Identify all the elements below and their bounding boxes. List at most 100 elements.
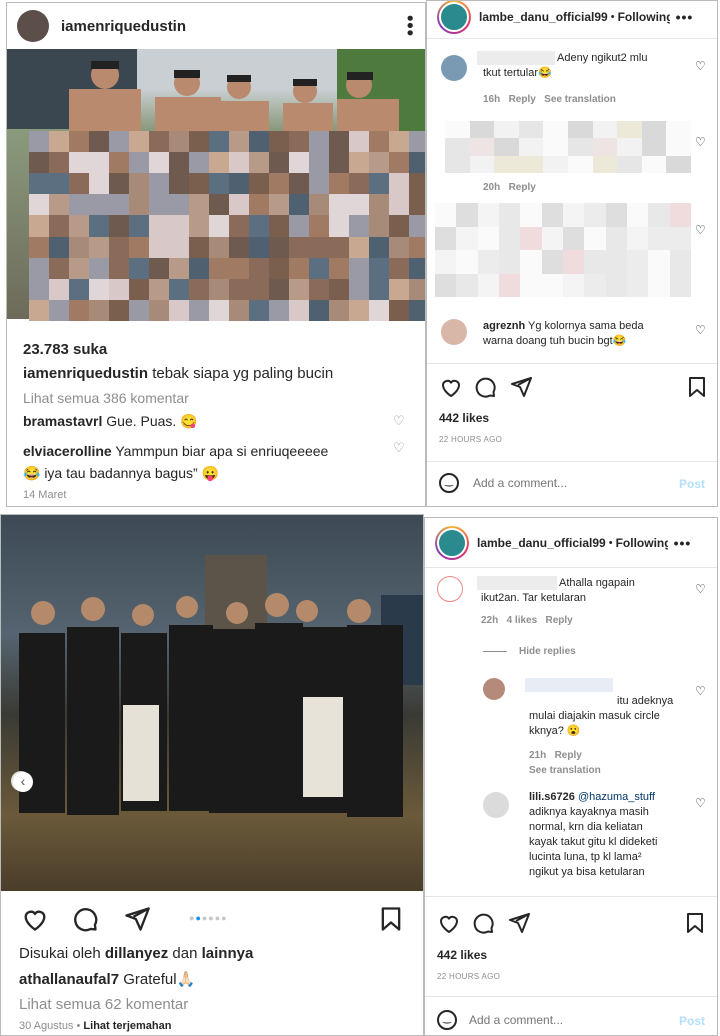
mosaic-cell [149, 257, 169, 279]
mosaic-cell [209, 236, 229, 258]
post-button[interactable]: Post [679, 477, 705, 491]
avatar[interactable] [483, 792, 509, 818]
mosaic-cell [269, 236, 289, 258]
mosaic-cell [605, 273, 627, 297]
avatar[interactable] [435, 525, 469, 560]
comment-icon[interactable] [473, 375, 497, 399]
comment-user[interactable]: agreznh [483, 320, 525, 332]
heart-icon[interactable]: ♡ [695, 135, 706, 149]
reply-link[interactable]: Reply [509, 182, 536, 193]
view-all-comments[interactable]: Lihat semua 62 komentar [19, 996, 188, 1013]
like-icon[interactable] [437, 911, 461, 935]
mosaic-cell [518, 121, 544, 139]
mention-link[interactable]: @hazuma_stuff [578, 791, 655, 803]
heart-icon[interactable]: ♡ [695, 796, 706, 810]
following-button[interactable]: Following [618, 10, 670, 24]
mosaic-cell [89, 278, 109, 300]
more-options-icon[interactable]: ••• [676, 9, 694, 25]
reply-link[interactable]: Reply [509, 94, 536, 105]
reply-link[interactable]: Reply [546, 615, 573, 626]
share-icon[interactable] [509, 375, 533, 399]
avatar[interactable] [17, 10, 49, 42]
likes-count[interactable]: 442 likes [437, 948, 487, 962]
heart-icon[interactable]: ♡ [393, 440, 405, 456]
mosaic-cell [309, 236, 329, 258]
mosaic-cell [109, 215, 129, 237]
comment-icon[interactable] [471, 911, 495, 935]
more-options-icon[interactable]: ••• [674, 535, 692, 551]
likes-link[interactable]: 4 likes [507, 615, 538, 626]
mosaic-cell [409, 278, 425, 300]
divider [427, 363, 717, 364]
see-translation-link[interactable]: See translation [529, 765, 601, 776]
likes-count[interactable]: 442 likes [439, 411, 489, 425]
mosaic-cell [369, 236, 389, 258]
caption-user[interactable]: athallanaufal7 [19, 971, 119, 988]
save-icon[interactable] [685, 375, 709, 399]
emoji-icon[interactable]: ‿ [437, 1010, 457, 1030]
mosaic-cell [409, 194, 425, 216]
mosaic-cell [29, 131, 49, 153]
mosaic-cell [109, 173, 129, 195]
prev-arrow-icon[interactable]: ‹ [13, 772, 33, 792]
comment-user[interactable]: bramastavrl [23, 413, 102, 429]
avatar[interactable] [441, 319, 467, 345]
emoji-icon[interactable]: ‿ [439, 473, 459, 493]
mosaic-cell [477, 203, 499, 227]
liked-user[interactable]: dillanyez [105, 945, 168, 962]
see-translation-link[interactable]: See translation [544, 94, 616, 105]
post-button[interactable]: Post [679, 1014, 705, 1028]
reply-user[interactable]: lili.s6726 [529, 791, 575, 803]
comment-icon[interactable] [71, 905, 99, 933]
add-comment-input[interactable] [469, 1010, 659, 1030]
mosaic-cell [29, 257, 49, 279]
save-icon[interactable] [377, 905, 405, 933]
save-icon[interactable] [683, 911, 707, 935]
mosaic-cell [543, 155, 568, 173]
mosaic-cell [499, 226, 521, 250]
avatar[interactable] [483, 678, 505, 700]
mosaic-cell [349, 194, 369, 216]
caption-user[interactable]: iamenriquedustin [23, 365, 148, 382]
liked-others[interactable]: lainnya [202, 945, 254, 962]
mosaic-cell [289, 257, 309, 279]
like-icon[interactable] [21, 905, 49, 933]
view-all-comments[interactable]: Lihat semua 386 komentar [23, 390, 189, 406]
username[interactable]: iamenriquedustin [61, 18, 186, 35]
likes-count[interactable]: 23.783 suka [23, 341, 107, 358]
mosaic-cell [129, 152, 149, 174]
hide-replies[interactable]: Hide replies [483, 646, 576, 657]
mosaic-cell [269, 278, 289, 300]
mosaic-cell [409, 152, 425, 174]
avatar[interactable] [437, 576, 463, 602]
heart-icon[interactable]: ♡ [695, 582, 706, 596]
mosaic-cell [584, 250, 606, 274]
mosaic-cell [477, 226, 499, 250]
more-options-icon[interactable]: ••• [400, 15, 420, 37]
add-comment-input[interactable] [473, 473, 663, 493]
avatar[interactable] [437, 1, 471, 34]
mosaic-cell [269, 194, 289, 216]
heart-icon[interactable]: ♡ [695, 59, 706, 73]
translate-link[interactable]: Lihat terjemahan [83, 1020, 171, 1032]
following-button[interactable]: Following [616, 536, 668, 550]
mosaic-cell [669, 250, 691, 274]
username[interactable]: lambe_danu_official99 [477, 536, 606, 550]
mosaic-cell [169, 257, 189, 279]
reply-link[interactable]: Reply [555, 750, 582, 761]
comment-user[interactable]: elviacerolline [23, 443, 112, 459]
username[interactable]: lambe_danu_official99 [479, 10, 608, 24]
share-icon[interactable] [123, 905, 151, 933]
heart-icon[interactable]: ♡ [695, 323, 706, 337]
mosaic-cell [129, 194, 149, 216]
share-icon[interactable] [507, 911, 531, 935]
mosaic-cell [229, 194, 249, 216]
like-icon[interactable] [439, 375, 463, 399]
mosaic-cell [129, 257, 149, 279]
heart-icon[interactable]: ♡ [695, 684, 706, 698]
avatar[interactable] [441, 55, 467, 81]
mosaic-cell [592, 155, 618, 173]
heart-icon[interactable]: ♡ [695, 223, 706, 237]
heart-icon[interactable]: ♡ [393, 413, 405, 429]
mosaic-cell [543, 138, 568, 156]
